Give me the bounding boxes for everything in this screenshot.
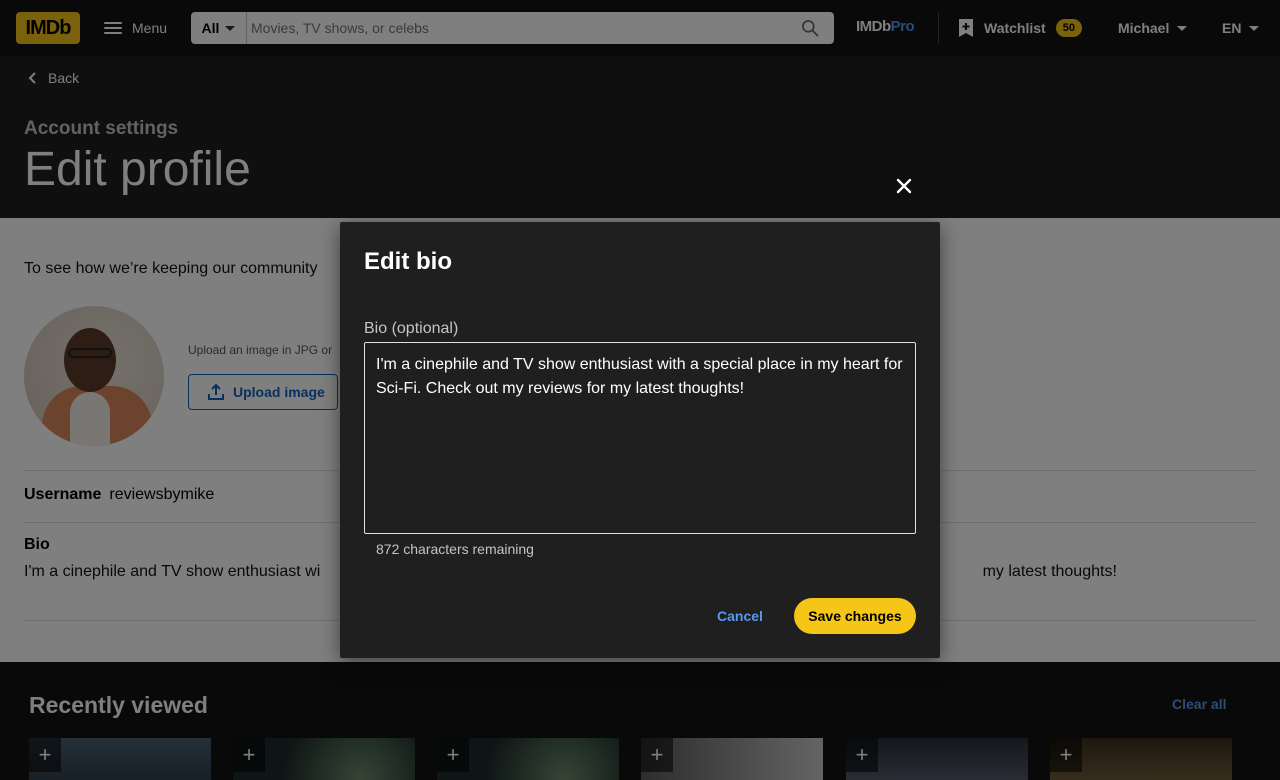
dialog-title: Edit bio: [364, 248, 452, 275]
characters-remaining: 872 characters remaining: [376, 541, 534, 557]
edit-bio-dialog: Edit bio Bio (optional) I'm a cinephile …: [340, 222, 940, 658]
save-changes-button[interactable]: Save changes: [794, 598, 916, 634]
bio-field-label: Bio (optional): [364, 320, 459, 337]
close-icon: [896, 178, 912, 194]
close-dialog-button[interactable]: [890, 172, 918, 200]
cancel-button[interactable]: Cancel: [704, 598, 776, 634]
bio-textarea[interactable]: I'm a cinephile and TV show enthusiast w…: [364, 342, 916, 534]
